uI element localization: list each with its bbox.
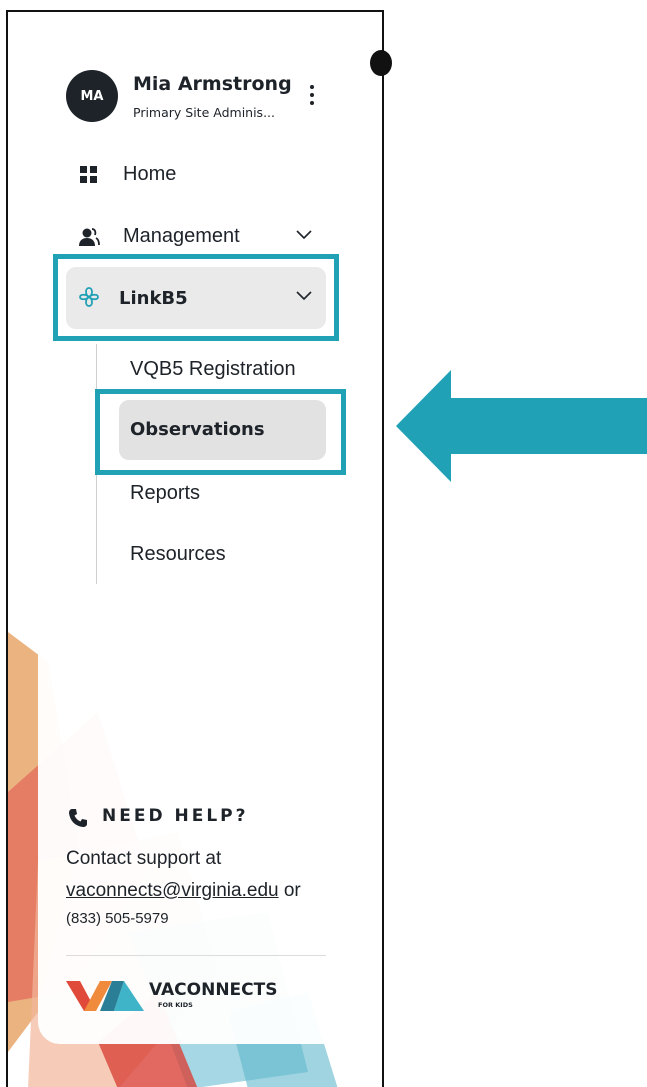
help-line-1: Contact support at: [66, 848, 222, 869]
highlight-box-linkb5: [53, 254, 339, 341]
partial-dark-element: [370, 50, 392, 76]
users-icon: [79, 228, 100, 246]
help-heading: NEED HELP?: [68, 806, 249, 827]
submenu-item-registration[interactable]: VQB5 Registration: [130, 358, 296, 381]
avatar[interactable]: MA: [66, 70, 118, 122]
grid-icon: [80, 166, 97, 183]
help-line-2: vaconnects@virginia.edu or: [66, 880, 301, 902]
user-name: Mia Armstrong: [133, 73, 292, 95]
support-phone[interactable]: (833) 505-5979: [66, 910, 169, 927]
divider: [66, 955, 326, 956]
chevron-down-icon: [296, 230, 312, 240]
user-role: Primary Site Adminis...: [133, 105, 275, 120]
support-email-link[interactable]: vaconnects@virginia.edu: [66, 880, 279, 901]
submenu-item-resources[interactable]: Resources: [130, 543, 226, 566]
highlight-box-observations: [95, 389, 346, 475]
vaconnects-logo: [66, 981, 144, 1011]
logo-name: VACONNECTS: [149, 980, 278, 1000]
phone-icon: [69, 809, 87, 827]
submenu-item-reports[interactable]: Reports: [130, 482, 200, 505]
help-or: or: [283, 880, 301, 901]
sidebar-item-label: Management: [123, 225, 240, 247]
kebab-menu-icon[interactable]: [307, 85, 317, 109]
help-heading-text: NEED HELP?: [102, 806, 249, 826]
arrow-left-icon: [396, 370, 647, 482]
sidebar-item-home[interactable]: Home: [66, 152, 330, 198]
sidebar-item-label: Home: [123, 163, 177, 185]
logo-tagline: FOR KIDS: [158, 1001, 193, 1009]
